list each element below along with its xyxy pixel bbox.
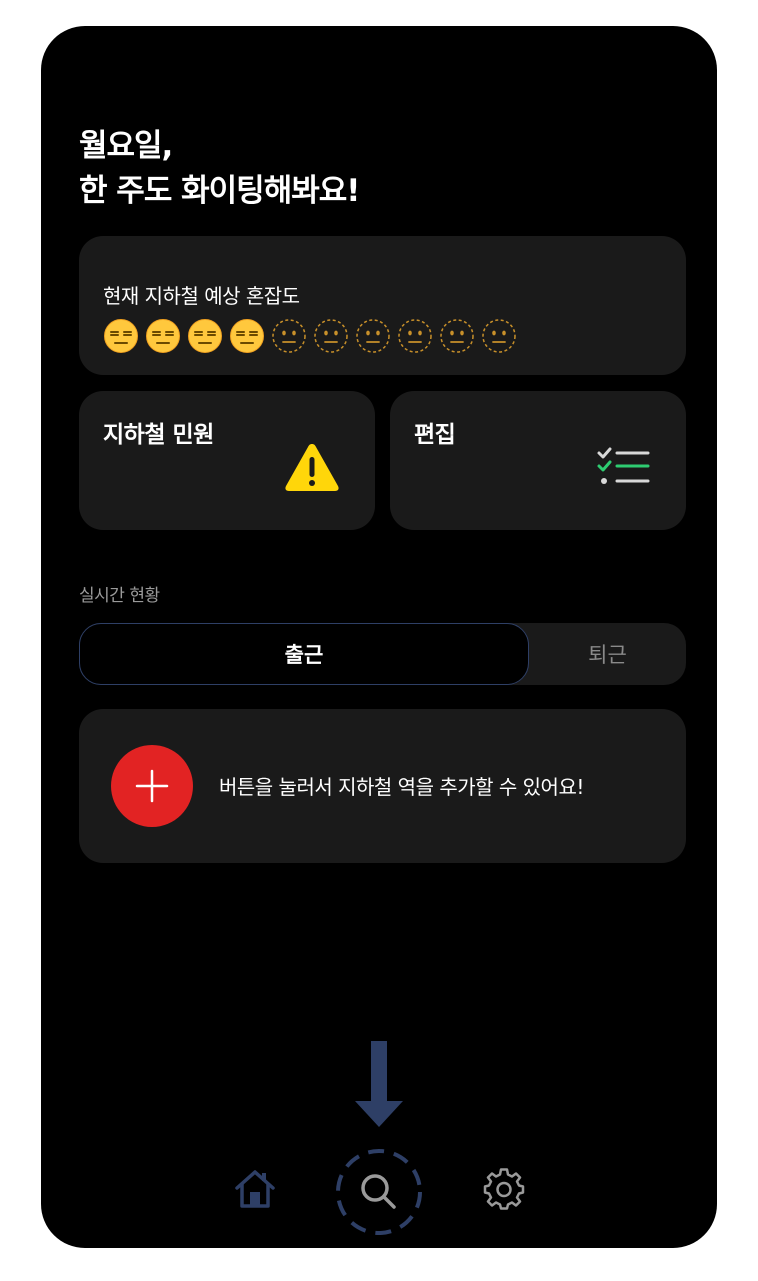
subway-complaint-title: 지하철 민원 bbox=[103, 422, 214, 448]
warning-icon bbox=[285, 444, 339, 491]
checklist-icon bbox=[597, 447, 650, 484]
home-icon[interactable] bbox=[233, 1168, 277, 1210]
dotted-line-face-icon bbox=[398, 319, 432, 353]
greeting-line-2: 한 주도 화이팅해봐요! bbox=[79, 173, 360, 209]
add-station-message: 버튼을 눌러서 지하철 역을 추가할 수 있어요! bbox=[219, 775, 584, 799]
add-station-button[interactable] bbox=[111, 745, 193, 827]
congestion-title: 현재 지하철 예상 혼잡도 bbox=[103, 284, 300, 308]
dotted-line-face-icon bbox=[272, 319, 306, 353]
dotted-line-face-icon bbox=[314, 319, 348, 353]
commute-toggle: 출근 퇴근 bbox=[79, 623, 686, 685]
edit-card-title: 편집 bbox=[414, 422, 456, 448]
subway-complaint-card[interactable]: 지하철 민원 bbox=[79, 391, 375, 530]
search-icon[interactable] bbox=[334, 1147, 424, 1237]
expressionless-face-icon bbox=[230, 319, 264, 353]
add-station-card: 버튼을 눌러서 지하철 역을 추가할 수 있어요! bbox=[79, 709, 686, 863]
arrow-down-icon bbox=[355, 1041, 403, 1127]
dotted-line-face-icon bbox=[482, 319, 516, 353]
congestion-card: 현재 지하철 예상 혼잡도 bbox=[79, 236, 686, 375]
edit-card[interactable]: 편집 bbox=[390, 391, 686, 530]
tab-go-to-work[interactable]: 출근 bbox=[79, 623, 529, 685]
gear-icon[interactable] bbox=[483, 1168, 525, 1210]
dotted-line-face-icon bbox=[440, 319, 474, 353]
expressionless-face-icon bbox=[104, 319, 138, 353]
realtime-status-label: 실시간 현황 bbox=[79, 586, 160, 606]
greeting-line-1: 월요일, bbox=[79, 128, 173, 164]
congestion-meter bbox=[103, 318, 517, 354]
dotted-line-face-icon bbox=[356, 319, 390, 353]
expressionless-face-icon bbox=[188, 319, 222, 353]
expressionless-face-icon bbox=[146, 319, 180, 353]
bottom-navigation bbox=[41, 1144, 717, 1237]
phone-screen: 월요일, 한 주도 화이팅해봐요! 현재 지하철 예상 혼잡도 지하철 민원 편… bbox=[41, 26, 717, 1248]
greeting-heading: 월요일, 한 주도 화이팅해봐요! bbox=[79, 124, 360, 214]
plus-icon bbox=[135, 769, 169, 803]
tab-leave-work[interactable]: 퇴근 bbox=[529, 623, 686, 685]
